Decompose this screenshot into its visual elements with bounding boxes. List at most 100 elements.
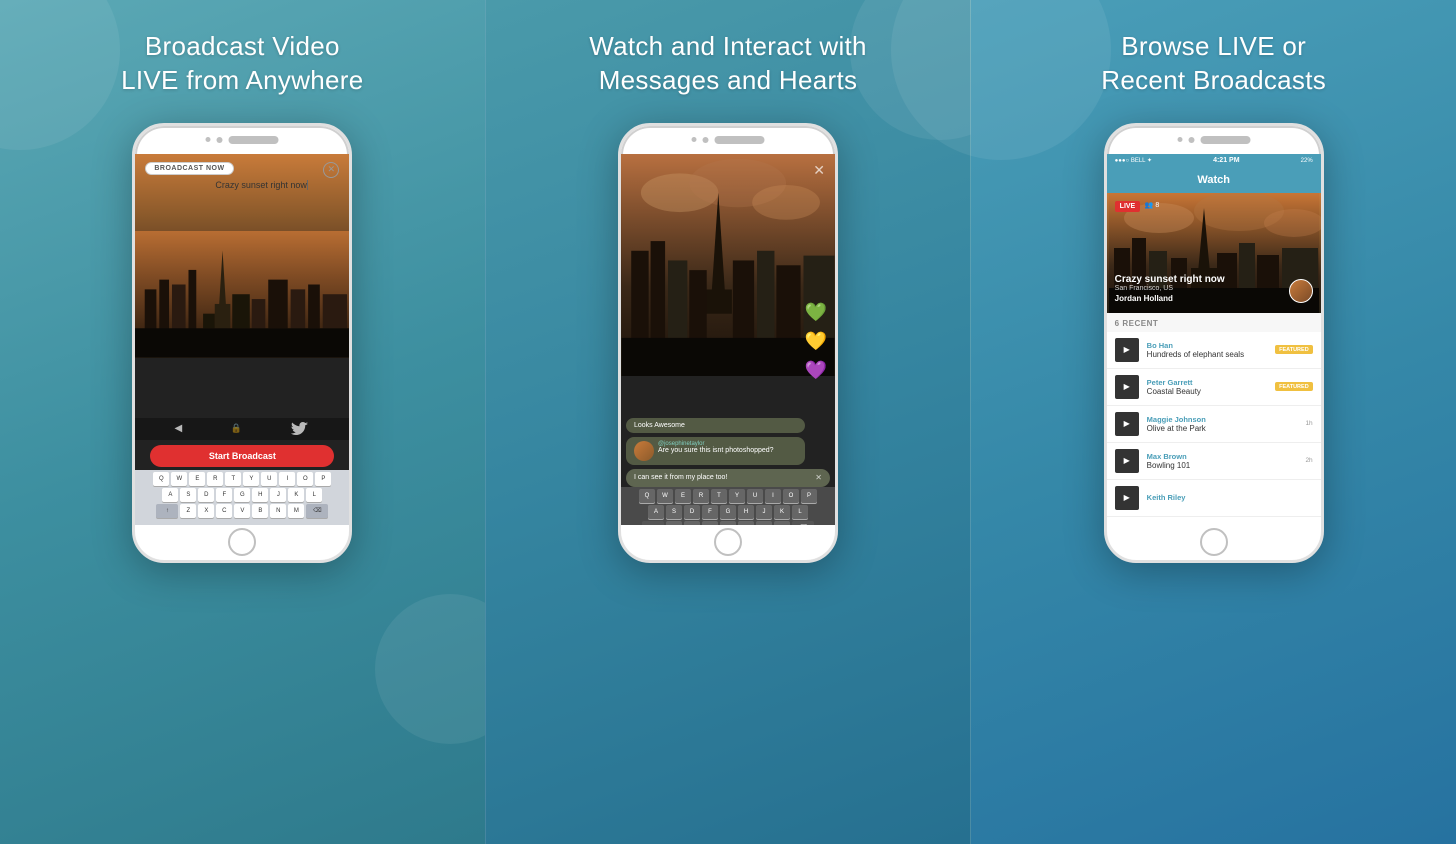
p2-key-e[interactable]: E [675, 489, 691, 503]
key-u[interactable]: U [261, 472, 277, 486]
p2-key-i[interactable]: I [765, 489, 781, 503]
key-c[interactable]: C [216, 504, 232, 518]
p2-key-y[interactable]: Y [729, 489, 745, 503]
phone-3-home-btn[interactable] [1200, 528, 1228, 556]
p1-keyboard: Q W E R T Y U I O P A S D [135, 470, 349, 525]
p3-item-info-3: Maggie Johnson Olive at the Park [1147, 415, 1298, 433]
key-v[interactable]: V [234, 504, 250, 518]
p3-list-item-5[interactable]: ▶ Keith Riley [1107, 480, 1321, 517]
key-a[interactable]: A [162, 488, 178, 502]
key-y[interactable]: Y [243, 472, 259, 486]
phone-1-bottom [135, 525, 349, 560]
p2-key-a[interactable]: A [648, 505, 664, 519]
key-o[interactable]: O [297, 472, 313, 486]
heart-green[interactable]: 💚 [805, 302, 827, 323]
key-e[interactable]: E [189, 472, 205, 486]
key-p[interactable]: P [315, 472, 331, 486]
chat-close-icon[interactable]: ✕ [815, 473, 822, 482]
close-button[interactable]: ✕ [323, 162, 339, 178]
key-h[interactable]: H [252, 488, 268, 502]
p2-key-t[interactable]: T [711, 489, 727, 503]
back-icon[interactable]: ◀ [175, 423, 183, 434]
key-shift[interactable]: ↑ [156, 504, 178, 518]
key-z[interactable]: Z [180, 504, 196, 518]
phone-2-bottom [621, 525, 835, 560]
key-x[interactable]: X [198, 504, 214, 518]
p2-key-g[interactable]: G [720, 505, 736, 519]
heart-purple[interactable]: 💜 [805, 360, 827, 381]
p2-key-f[interactable]: F [702, 505, 718, 519]
phone-2-speaker [715, 136, 765, 144]
phone-3-bottom [1107, 525, 1321, 560]
phone-1-top [206, 136, 279, 144]
phone-2-home-btn[interactable] [714, 528, 742, 556]
key-g[interactable]: G [234, 488, 250, 502]
p2-key-u[interactable]: U [747, 489, 763, 503]
heart-gold[interactable]: 💛 [805, 331, 827, 352]
p2-key-o[interactable]: O [783, 489, 799, 503]
key-i[interactable]: I [279, 472, 295, 486]
p3-time-badge-4: 2h [1305, 457, 1312, 464]
play-icon-3: ▶ [1124, 419, 1130, 428]
phone-1-home-btn[interactable] [228, 528, 256, 556]
p2-key-l[interactable]: L [792, 505, 808, 519]
p2-video-bg [621, 154, 835, 377]
key-t[interactable]: T [225, 472, 241, 486]
phone-1-camera [217, 137, 223, 143]
p3-live-avatar [1289, 279, 1313, 303]
key-w[interactable]: W [171, 472, 187, 486]
key-k[interactable]: K [288, 488, 304, 502]
key-l[interactable]: L [306, 488, 322, 502]
key-n[interactable]: N [270, 504, 286, 518]
key-j[interactable]: J [270, 488, 286, 502]
p2-key-w[interactable]: W [657, 489, 673, 503]
phone-3-camera [1188, 137, 1194, 143]
hearts-container: 💚 💛 💜 [805, 302, 827, 381]
p2-key-k[interactable]: K [774, 505, 790, 519]
key-r[interactable]: R [207, 472, 223, 486]
phone-1-screen: BROADCAST NOW ✕ Crazy sunset right now ◀… [135, 154, 349, 525]
p3-status-bar: ●●●○ BELL ✦ 4:21 PM 22% [1107, 154, 1321, 168]
p3-thumb-1: ▶ [1115, 338, 1139, 362]
p3-thumb-4: ▶ [1115, 449, 1139, 473]
start-broadcast-button[interactable]: Start Broadcast [150, 445, 334, 467]
key-b[interactable]: B [252, 504, 268, 518]
p3-featured-badge-1: FEATURED [1275, 345, 1313, 354]
p2-keyboard: Q W E R T Y U I O P A S D [621, 487, 835, 525]
key-s[interactable]: S [180, 488, 196, 502]
twitter-icon[interactable] [290, 421, 310, 437]
p3-recent-list: ▶ Bo Han Hundreds of elephant seals FEAT… [1107, 332, 1321, 525]
phone-2-screen: ✕ 💚 💛 💜 Looks Awesome @josephinetay [621, 154, 835, 525]
broadcast-title-input[interactable]: Crazy sunset right now [215, 180, 319, 191]
panel-browse: Browse LIVE or Recent Broadcasts ●●●○ BE… [971, 0, 1456, 844]
p2-key-r[interactable]: R [693, 489, 709, 503]
key-q[interactable]: Q [153, 472, 169, 486]
p2-key-s[interactable]: S [666, 505, 682, 519]
p3-live-banner[interactable]: LIVE 👥 8 Crazy sunset right now San Fran… [1107, 193, 1321, 313]
p3-item-info-4: Max Brown Bowling 101 [1147, 452, 1298, 470]
p3-time-badge-3: 1h [1305, 420, 1312, 427]
p3-list-item-2[interactable]: ▶ Peter Garrett Coastal Beauty FEATURED [1107, 369, 1321, 406]
p2-key-d[interactable]: D [684, 505, 700, 519]
chat-input-bar[interactable]: I can see it from my place too! ✕ [626, 469, 830, 487]
p3-list-item-4[interactable]: ▶ Max Brown Bowling 101 2h [1107, 443, 1321, 480]
panel-watch: Watch and Interact with Messages and Hea… [485, 0, 972, 844]
p3-featured-badge-2: FEATURED [1275, 382, 1313, 391]
panel-broadcast: Broadcast Video LIVE from Anywhere [0, 0, 485, 844]
p2-key-h[interactable]: H [738, 505, 754, 519]
p3-thumb-3: ▶ [1115, 412, 1139, 436]
p2-key-q[interactable]: Q [639, 489, 655, 503]
p3-app-screen: ●●●○ BELL ✦ 4:21 PM 22% Watch [1107, 154, 1321, 525]
key-backspace[interactable]: ⌫ [306, 504, 328, 518]
key-d[interactable]: D [198, 488, 214, 502]
p2-close-button[interactable]: ✕ [813, 162, 825, 179]
p3-list-item-3[interactable]: ▶ Maggie Johnson Olive at the Park 1h [1107, 406, 1321, 443]
panel-3-title: Browse LIVE or Recent Broadcasts [1101, 30, 1326, 98]
key-m[interactable]: M [288, 504, 304, 518]
p2-key-j[interactable]: J [756, 505, 772, 519]
p3-list-item-1[interactable]: ▶ Bo Han Hundreds of elephant seals FEAT… [1107, 332, 1321, 369]
p2-key-p[interactable]: P [801, 489, 817, 503]
p3-live-badge: LIVE [1115, 201, 1141, 212]
phone-1-speaker [229, 136, 279, 144]
key-f[interactable]: F [216, 488, 232, 502]
